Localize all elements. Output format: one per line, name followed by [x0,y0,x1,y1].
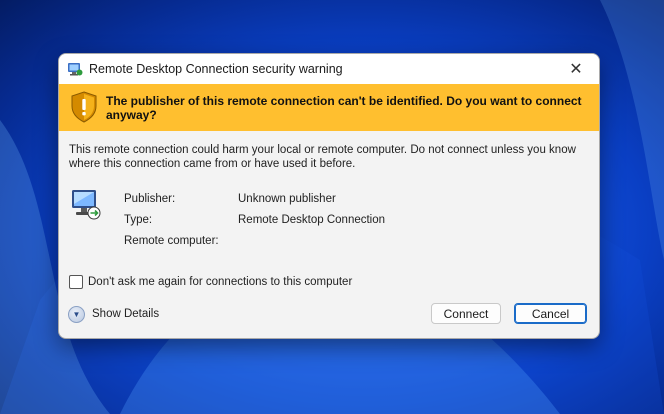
type-label: Type: [124,214,153,226]
warning-banner: The publisher of this remote connection … [59,84,599,131]
remote-computer-label: Remote computer: [124,235,219,247]
type-value: Remote Desktop Connection [238,214,386,226]
dont-ask-again-checkbox[interactable] [69,275,83,289]
remote-computer-icon [72,190,101,220]
publisher-label: Publisher: [124,193,176,205]
warning-shield-icon [71,91,97,123]
show-details-label[interactable]: Show Details [92,308,159,320]
security-warning-dialog: Remote Desktop Connection security warni… [58,53,600,339]
chevron-down-icon[interactable]: ▼ [68,305,85,323]
desktop-background: Remote Desktop Connection security warni… [0,0,664,414]
show-details-toggle[interactable]: ▼ Show Details [68,305,159,323]
close-button[interactable]: ✕ [553,54,599,84]
dont-ask-again-option[interactable]: Don't ask me again for connections to th… [69,275,352,289]
connect-button[interactable]: Connect [431,303,501,324]
close-icon: ✕ [569,61,583,78]
cancel-button[interactable]: Cancel [514,303,587,324]
warning-message: The publisher of this remote connection … [106,94,582,122]
warning-description: This remote connection could harm your l… [69,144,576,170]
publisher-value: Unknown publisher [238,193,336,205]
dont-ask-again-label[interactable]: Don't ask me again for connections to th… [88,276,352,288]
title-bar: Remote Desktop Connection security warni… [59,54,599,84]
dialog-title: Remote Desktop Connection security warni… [89,62,343,76]
remote-desktop-icon [68,63,83,76]
